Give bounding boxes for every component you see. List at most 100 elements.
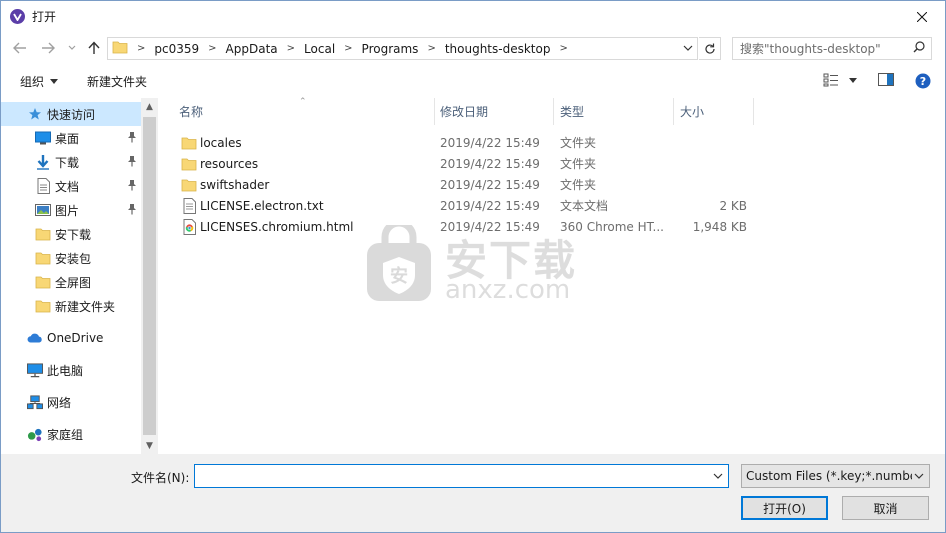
scroll-down-icon[interactable]: ▼ <box>141 437 158 454</box>
desktop-icon <box>35 130 51 146</box>
nav-item-4[interactable]: 图片 <box>1 198 141 222</box>
chevron-down-icon <box>914 473 924 479</box>
nav-scrollbar[interactable]: ▲ ▼ <box>141 98 158 454</box>
dialog-title: 打开 <box>32 10 57 24</box>
arrow-right-icon <box>42 42 55 54</box>
nav-item-label: 文档 <box>55 179 80 194</box>
column-header-date[interactable]: 修改日期 <box>440 98 488 125</box>
file-name: resources <box>200 156 259 171</box>
nav-item-label: 全屏图 <box>55 275 92 290</box>
organize-button[interactable]: 组织 <box>20 73 59 90</box>
folder-icon <box>35 250 51 266</box>
cloud-icon <box>27 330 43 346</box>
open-button-label: 打开(O) <box>763 501 806 516</box>
back-button[interactable] <box>11 38 29 58</box>
computer-icon <box>27 362 43 378</box>
column-divider[interactable] <box>553 98 554 125</box>
app-logo-icon <box>10 9 25 24</box>
nav-item-7[interactable]: 全屏图 <box>1 270 141 294</box>
column-divider[interactable] <box>434 98 435 125</box>
nav-item-12[interactable]: 家庭组 <box>1 422 141 446</box>
nav-item-5[interactable]: 安下载 <box>1 222 141 246</box>
pin-icon[interactable] <box>127 155 137 170</box>
view-options-button[interactable] <box>823 73 857 87</box>
open-button[interactable]: 打开(O) <box>741 496 828 520</box>
filename-combobox[interactable] <box>194 464 729 488</box>
forward-button[interactable] <box>39 38 57 58</box>
file-row[interactable]: locales 2019/4/22 15:49 文件夹 <box>177 132 757 153</box>
breadcrumb-programs[interactable]: Programs <box>362 42 419 56</box>
breadcrumb-local[interactable]: Local <box>304 42 335 56</box>
file-name: swiftshader <box>200 177 270 192</box>
title-bar: 打开 <box>1 1 945 32</box>
file-type-dropdown-button[interactable] <box>912 470 924 484</box>
filename-dropdown-button[interactable] <box>713 470 723 484</box>
folder-icon <box>35 298 51 314</box>
dialog-footer: 文件名(N): Custom Files (*.key;*.number 打开(… <box>1 454 945 532</box>
address-history-button[interactable] <box>683 42 693 56</box>
chevron-down-icon <box>713 473 723 479</box>
new-folder-button[interactable]: 新建文件夹 <box>87 73 147 90</box>
help-button[interactable]: ? <box>915 73 931 89</box>
pin-icon[interactable] <box>127 131 137 146</box>
folder-icon <box>112 40 128 57</box>
file-row[interactable]: resources 2019/4/22 15:49 文件夹 <box>177 153 757 174</box>
pin-icon[interactable] <box>127 203 137 218</box>
column-header-size[interactable]: 大小 <box>680 98 704 125</box>
svg-text:?: ? <box>920 75 926 88</box>
organize-label: 组织 <box>20 75 45 89</box>
download-icon <box>35 154 51 170</box>
search-box[interactable] <box>732 37 932 60</box>
new-folder-label: 新建文件夹 <box>87 75 148 89</box>
file-type-select[interactable]: Custom Files (*.key;*.number <box>741 464 930 488</box>
up-button[interactable] <box>85 38 103 58</box>
refresh-button[interactable] <box>699 37 721 60</box>
address-bar[interactable]: > pc0359 > AppData > Local > Programs > … <box>107 37 698 60</box>
triangle-down-icon <box>50 79 59 84</box>
recent-locations-button[interactable] <box>63 38 81 58</box>
breadcrumb-thoughts-desktop[interactable]: thoughts-desktop <box>445 42 551 56</box>
document-icon <box>35 178 51 194</box>
file-row[interactable]: swiftshader 2019/4/22 15:49 文件夹 <box>177 174 757 195</box>
browser-file-icon <box>181 218 197 235</box>
column-divider[interactable] <box>753 98 754 125</box>
search-icon[interactable] <box>913 41 925 56</box>
nav-item-11[interactable]: 网络 <box>1 390 141 414</box>
breadcrumb-pc0359[interactable]: pc0359 <box>154 42 199 56</box>
breadcrumb-appdata[interactable]: AppData <box>226 42 278 56</box>
file-row[interactable]: LICENSE.electron.txt 2019/4/22 15:49 文本文档 2… <box>177 195 757 216</box>
chevron-down-icon <box>683 45 693 51</box>
breadcrumb-separator-icon: > <box>137 43 146 54</box>
nav-item-label: 安装包 <box>55 251 92 266</box>
star-icon <box>27 106 43 122</box>
column-divider[interactable] <box>673 98 674 125</box>
nav-item-label: 家庭组 <box>47 427 84 442</box>
file-type: 文件夹 <box>560 157 597 171</box>
search-input[interactable] <box>740 41 913 56</box>
text-file-icon <box>181 197 197 214</box>
filename-input[interactable] <box>199 469 699 483</box>
column-header-type[interactable]: 类型 <box>560 98 584 125</box>
close-icon <box>917 11 927 22</box>
command-bar: 组织 新建文件夹 ? <box>1 67 945 97</box>
scrollbar-thumb[interactable] <box>143 117 156 435</box>
nav-item-1[interactable]: 桌面 <box>1 126 141 150</box>
arrow-up-icon <box>88 41 100 54</box>
scroll-up-icon[interactable]: ▲ <box>141 98 158 115</box>
column-type-label: 类型 <box>560 105 585 119</box>
nav-item-2[interactable]: 下载 <box>1 150 141 174</box>
nav-item-10[interactable]: 此电脑 <box>1 358 141 382</box>
nav-item-9[interactable]: OneDrive <box>1 326 141 350</box>
cancel-button[interactable]: 取消 <box>842 496 929 520</box>
breadcrumb-separator-icon[interactable]: > <box>559 43 567 54</box>
preview-pane-button[interactable] <box>878 73 894 86</box>
nav-item-6[interactable]: 安装包 <box>1 246 141 270</box>
nav-item-0[interactable]: 快速访问 <box>1 102 141 126</box>
column-header-name[interactable]: 名称 <box>179 98 203 125</box>
nav-item-8[interactable]: 新建文件夹 <box>1 294 141 318</box>
folder-icon <box>35 274 51 290</box>
network-icon <box>27 394 43 410</box>
nav-item-3[interactable]: 文档 <box>1 174 141 198</box>
close-button[interactable] <box>899 1 945 32</box>
pin-icon[interactable] <box>127 179 137 194</box>
